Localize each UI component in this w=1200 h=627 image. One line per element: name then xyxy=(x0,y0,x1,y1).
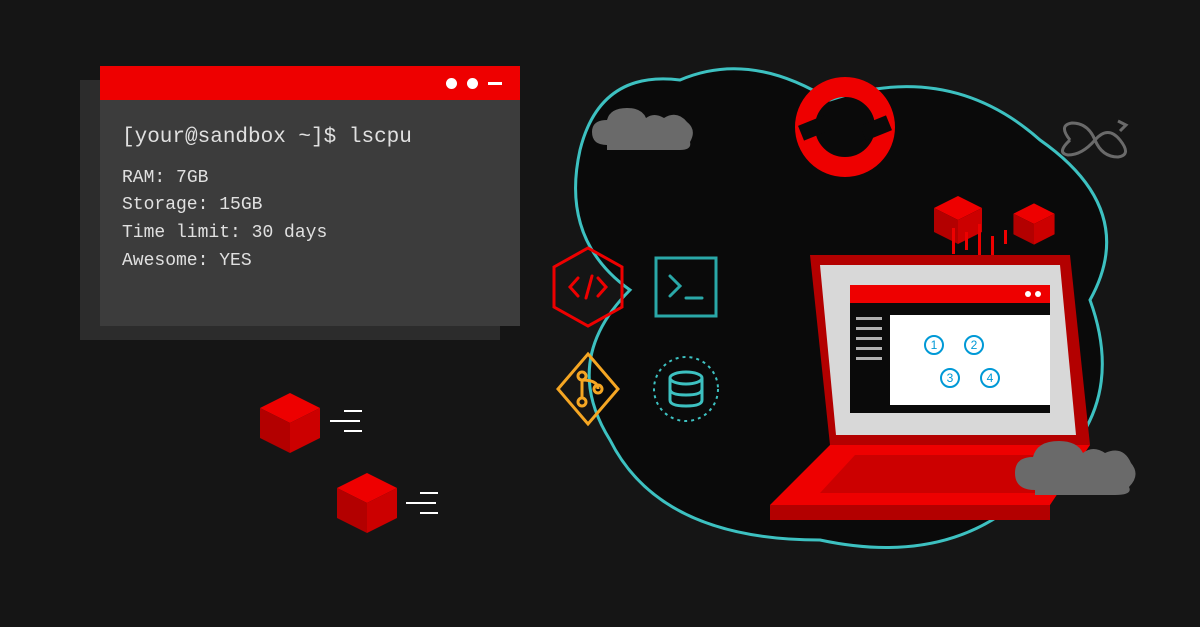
terminal-output-line: Time limit: 30 days xyxy=(122,220,498,248)
window-control-dot xyxy=(446,78,457,89)
database-icon xyxy=(650,348,722,430)
motion-lines xyxy=(420,492,438,514)
cloud-icon xyxy=(1005,435,1145,505)
infinity-loop-icon xyxy=(1050,115,1140,165)
terminal-output-line: Awesome: YES xyxy=(122,248,498,276)
window-control-dot xyxy=(467,78,478,89)
terminal-prompt: [your@sandbox ~]$ xyxy=(122,126,336,149)
git-branch-hex-icon xyxy=(552,348,624,430)
terminal-output-line: Storage: 15GB xyxy=(122,192,498,220)
code-hex-icon xyxy=(552,246,624,328)
openshift-ring-icon xyxy=(790,72,900,182)
terminal-titlebar xyxy=(100,66,520,100)
terminal-hex-icon xyxy=(650,246,722,328)
step-badge: 2 xyxy=(964,335,984,355)
step-badge: 1 xyxy=(924,335,944,355)
cube-icon xyxy=(255,388,325,458)
cloud-icon xyxy=(582,100,702,160)
step-badge: 4 xyxy=(980,368,1000,388)
cube-icon xyxy=(1010,200,1058,248)
terminal-body: [your@sandbox ~]$ lscpu RAM: 7GB Storage… xyxy=(100,100,520,298)
terminal-command: lscpu xyxy=(349,126,412,149)
window-control-dash xyxy=(488,82,502,85)
step-badge: 3 xyxy=(940,368,960,388)
terminal-output-line: RAM: 7GB xyxy=(122,165,498,193)
terminal-prompt-line: [your@sandbox ~]$ lscpu xyxy=(122,122,498,155)
terminal-window: [your@sandbox ~]$ lscpu RAM: 7GB Storage… xyxy=(100,66,520,326)
motion-lines xyxy=(344,410,362,432)
cube-icon xyxy=(332,468,402,538)
